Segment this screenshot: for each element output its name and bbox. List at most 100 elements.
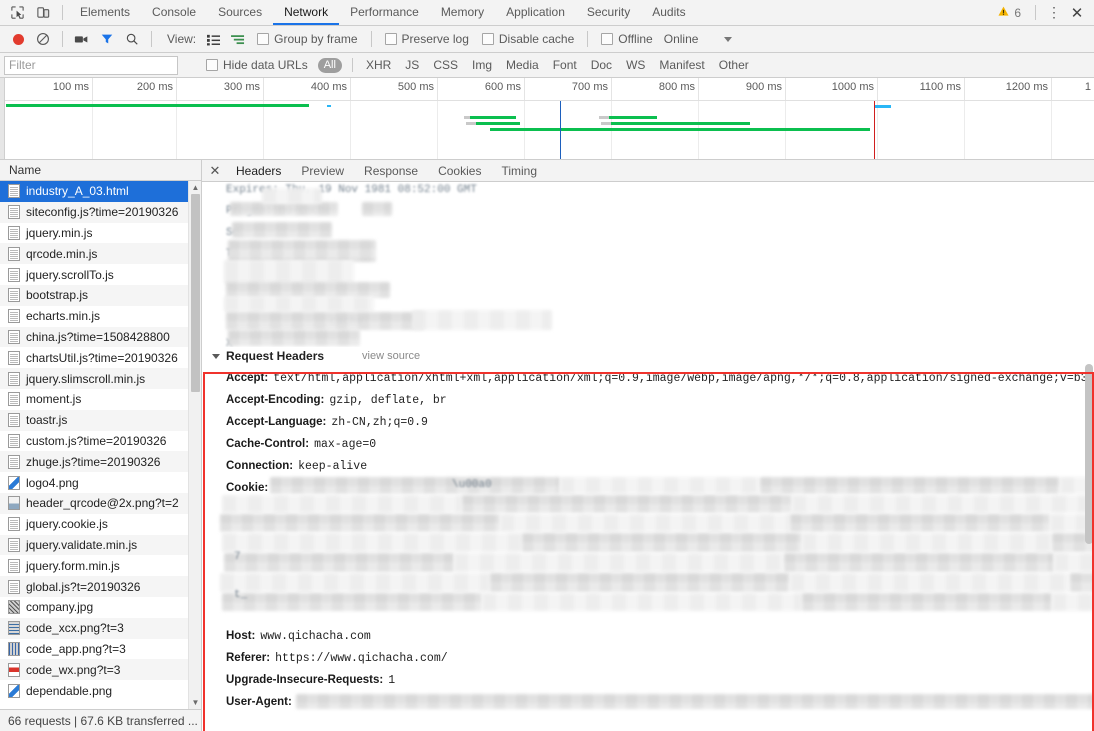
offline-checkbox[interactable]: Offline xyxy=(595,32,658,46)
filter-input[interactable] xyxy=(4,55,178,75)
filter-type-manifest[interactable]: Manifest xyxy=(652,58,711,72)
tab-network[interactable]: Network xyxy=(273,0,340,25)
network-timeline-overview[interactable]: 100 ms 200 ms 300 ms 400 ms 500 ms 600 m… xyxy=(0,78,1094,160)
list-view-button[interactable] xyxy=(201,28,225,50)
request-row[interactable]: chartsUtil.js?time=20190326 xyxy=(0,347,201,368)
header-value: 1 xyxy=(388,673,396,687)
request-row[interactable]: industry_A_03.html xyxy=(0,181,201,202)
group-by-frame-checkbox[interactable]: Group by frame xyxy=(251,32,363,46)
request-row[interactable]: qrcode.min.js xyxy=(0,243,201,265)
request-row[interactable]: siteconfig.js?time=20190326 xyxy=(0,201,201,223)
record-button[interactable] xyxy=(6,28,30,50)
throttling-select[interactable]: Online xyxy=(660,32,733,46)
filter-type-other[interactable]: Other xyxy=(712,58,756,72)
filter-type-js[interactable]: JS xyxy=(398,58,426,72)
request-name: code_app.png?t=3 xyxy=(26,641,126,656)
request-name: toastr.js xyxy=(26,413,68,428)
request-row[interactable]: dependable.png xyxy=(0,680,201,701)
request-name: code_wx.png?t=3 xyxy=(26,662,121,677)
tab-cookies[interactable]: Cookies xyxy=(428,160,491,181)
tab-preview[interactable]: Preview xyxy=(291,160,354,181)
request-row[interactable]: jquery.cookie.js xyxy=(0,514,201,535)
image-icon xyxy=(8,600,20,615)
filter-type-ws[interactable]: WS xyxy=(619,58,652,72)
timeline-tick: 800 ms xyxy=(658,81,695,93)
scrollbar-thumb[interactable] xyxy=(191,194,200,392)
request-row[interactable]: jquery.min.js xyxy=(0,223,201,244)
request-row[interactable]: jquery.slimscroll.min.js xyxy=(0,368,201,389)
filter-type-media[interactable]: Media xyxy=(499,58,546,72)
preserve-log-checkbox[interactable]: Preserve log xyxy=(379,32,475,46)
filter-type-doc[interactable]: Doc xyxy=(584,58,619,72)
view-source-link[interactable]: view source xyxy=(362,350,420,362)
request-row[interactable]: header_qrcode@2x.png?t=2 xyxy=(0,492,201,514)
tab-audits[interactable]: Audits xyxy=(641,0,696,25)
tab-console[interactable]: Console xyxy=(141,0,207,25)
request-list-scrollbar[interactable]: ▲ ▼ xyxy=(188,181,201,709)
waterfall-view-button[interactable] xyxy=(226,28,250,50)
header-name: Connection: xyxy=(226,460,294,472)
capture-screenshots-button[interactable] xyxy=(70,28,94,50)
tab-application[interactable]: Application xyxy=(495,0,576,25)
request-row[interactable]: china.js?time=1508428800 xyxy=(0,326,201,348)
document-icon xyxy=(8,579,20,594)
chevron-down-icon[interactable] xyxy=(212,353,220,359)
request-row[interactable]: jquery.scrollTo.js xyxy=(0,264,201,285)
disable-cache-checkbox[interactable]: Disable cache xyxy=(476,32,580,46)
tab-response[interactable]: Response xyxy=(354,160,428,181)
timeline-tick: 100 ms xyxy=(52,81,89,93)
request-row[interactable]: bootstrap.js xyxy=(0,284,201,306)
timeline-window-handle[interactable] xyxy=(0,78,5,159)
header-name: Accept: xyxy=(226,372,269,384)
scroll-up-icon[interactable]: ▲ xyxy=(191,183,200,192)
clear-button[interactable] xyxy=(31,28,55,50)
request-name: jquery.cookie.js xyxy=(26,517,108,532)
warning-indicator[interactable]: 6 xyxy=(991,5,1027,21)
request-row[interactable]: toastr.js xyxy=(0,409,201,431)
filter-type-css[interactable]: CSS xyxy=(426,58,465,72)
more-options-icon[interactable]: ⋮ xyxy=(1044,3,1064,23)
request-row[interactable]: company.jpg xyxy=(0,597,201,618)
tab-performance[interactable]: Performance xyxy=(339,0,430,25)
close-devtools-icon[interactable]: ✕ xyxy=(1066,3,1088,23)
request-row[interactable]: jquery.validate.min.js xyxy=(0,534,201,556)
request-row[interactable]: code_app.png?t=3 xyxy=(0,639,201,660)
filter-type-font[interactable]: Font xyxy=(546,58,584,72)
inspect-element-icon[interactable] xyxy=(8,4,26,22)
response-headers-redacted-region: Expires: Thu, 19 Nov 1981 08:52:00 GMT P… xyxy=(202,182,1094,347)
device-toolbar-icon[interactable] xyxy=(34,4,52,22)
tab-headers[interactable]: Headers xyxy=(226,160,291,181)
detail-scrollbar-thumb[interactable] xyxy=(1085,364,1093,544)
request-row[interactable]: code_wx.png?t=3 xyxy=(0,659,201,681)
close-detail-icon[interactable]: ✕ xyxy=(204,160,226,181)
request-row[interactable]: custom.js?time=20190326 xyxy=(0,431,201,452)
request-row[interactable]: global.js?t=20190326 xyxy=(0,576,201,597)
filter-type-img[interactable]: Img xyxy=(465,58,499,72)
request-row[interactable]: jquery.form.min.js xyxy=(0,555,201,576)
tab-timing[interactable]: Timing xyxy=(491,160,547,181)
tab-security[interactable]: Security xyxy=(576,0,641,25)
request-name: bootstrap.js xyxy=(26,288,89,303)
request-row[interactable]: logo4.png xyxy=(0,472,201,493)
tab-memory[interactable]: Memory xyxy=(430,0,495,25)
tab-elements[interactable]: Elements xyxy=(69,0,141,25)
request-row[interactable]: zhuge.js?time=20190326 xyxy=(0,451,201,473)
request-row[interactable]: code_xcx.png?t=3 xyxy=(0,617,201,639)
filter-type-xhr[interactable]: XHR xyxy=(359,58,398,72)
filter-type-all[interactable]: All xyxy=(317,57,342,73)
headers-body[interactable]: Expires: Thu, 19 Nov 1981 08:52:00 GMT P… xyxy=(202,182,1094,731)
waterfall-bar xyxy=(6,104,309,107)
request-row[interactable]: echarts.min.js xyxy=(0,306,201,327)
request-headers-title-row[interactable]: Request Headers view source xyxy=(202,345,1094,367)
filter-toggle-button[interactable] xyxy=(95,28,119,50)
hide-data-urls-checkbox[interactable]: Hide data URLs xyxy=(200,58,314,72)
header-row: Accept: text/html,application/xhtml+xml,… xyxy=(202,367,1094,389)
scroll-down-icon[interactable]: ▼ xyxy=(191,698,200,707)
document-icon xyxy=(8,537,20,552)
image-icon xyxy=(8,496,20,511)
request-list-scroll[interactable]: industry_A_03.html siteconfig.js?time=201… xyxy=(0,181,201,709)
search-button[interactable] xyxy=(120,28,144,50)
detail-scrollbar[interactable] xyxy=(1084,204,1094,731)
request-row[interactable]: moment.js xyxy=(0,389,201,410)
tab-sources[interactable]: Sources xyxy=(207,0,273,25)
